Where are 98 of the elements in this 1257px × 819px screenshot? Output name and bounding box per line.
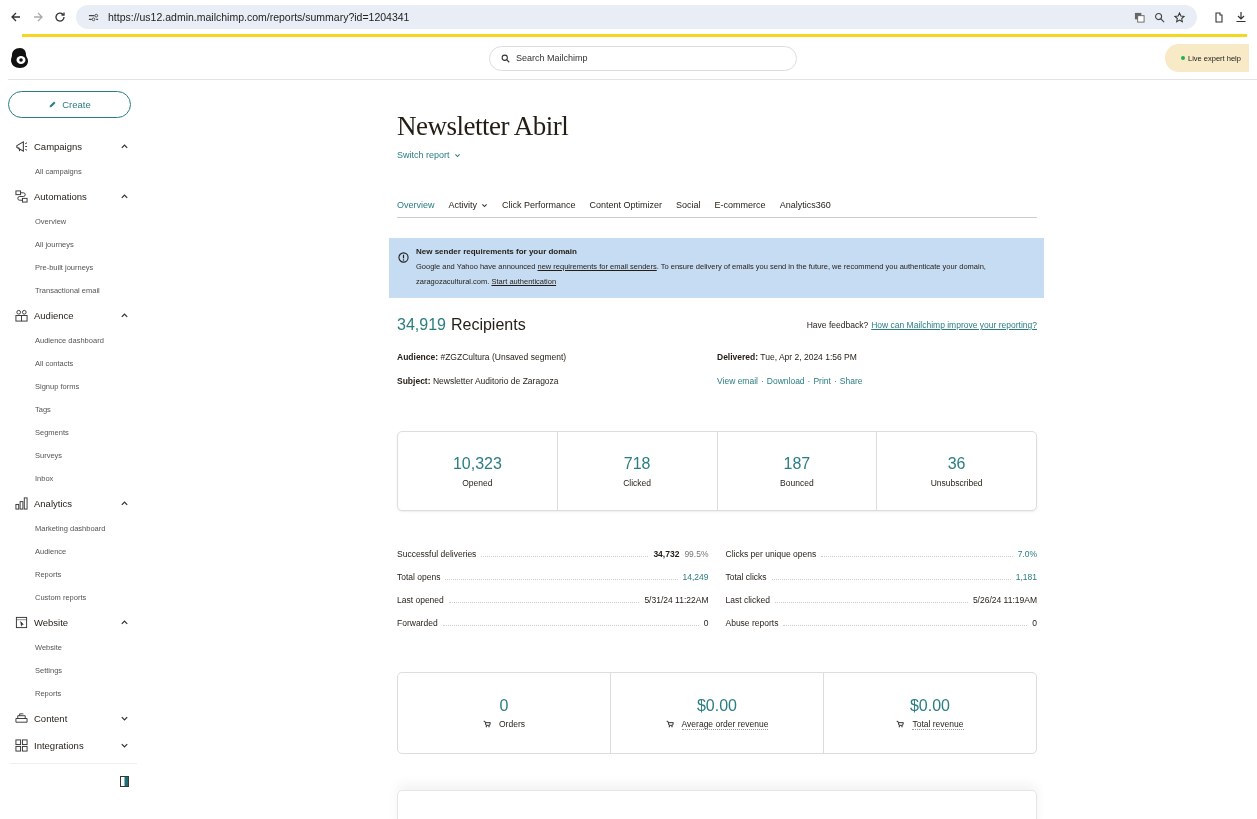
- audience-text: Audience: #ZGZCultura (Unsaved segment): [397, 352, 568, 362]
- metric-value: 5/31/24 11:22AM: [644, 595, 709, 605]
- metric-label: Last clicked: [725, 595, 770, 605]
- pencil-icon: [48, 100, 58, 109]
- separator-dot: ·: [807, 376, 811, 386]
- sidebar-section[interactable]: Integrations: [8, 732, 137, 759]
- chevron-up-icon: [120, 192, 129, 201]
- site-settings-icon[interactable]: [88, 11, 99, 23]
- bar-chart-icon: [15, 497, 28, 510]
- metric-value: 7.0%: [1017, 549, 1037, 559]
- browser-page-icon: [15, 616, 28, 629]
- search-icon: [501, 53, 510, 63]
- star-icon[interactable]: [1174, 11, 1185, 23]
- sidebar-section[interactable]: Campaigns: [8, 133, 137, 160]
- report-action-link[interactable]: Share: [839, 376, 863, 386]
- report-title: Newsletter Abirl: [397, 111, 570, 142]
- megaphone-icon: [15, 140, 28, 153]
- chevron-down-icon: [120, 714, 129, 723]
- separator-dot: ·: [833, 376, 837, 386]
- search-field[interactable]: Search Mailchimp: [489, 45, 797, 71]
- ecommerce-value: $0.00: [909, 696, 950, 715]
- address-bar[interactable]: https://us12.admin.mailchimp.com/reports/summary?id=1204341: [76, 5, 1197, 29]
- sidebar-section[interactable]: Audience: [8, 302, 137, 329]
- cart-icon: [483, 720, 491, 728]
- sidebar-section[interactable]: Content: [8, 705, 137, 732]
- caret-icon: [481, 201, 489, 209]
- stat-value: 718: [623, 454, 651, 473]
- feedback-link[interactable]: How can Mailchimp improve your reporting?: [871, 320, 1037, 330]
- stack-icon: [15, 712, 28, 725]
- metric-value: 0: [703, 618, 709, 628]
- report-tab[interactable]: Social: [676, 200, 701, 210]
- stat-value: 10,323: [452, 454, 502, 473]
- url-text: https://us12.admin.mailchimp.com/reports/summary?id=1204341: [108, 11, 410, 23]
- metric-label: Forwarded: [397, 618, 438, 628]
- metric-label: Clicks per unique opens: [725, 549, 817, 559]
- report-action-link[interactable]: Print: [813, 376, 831, 386]
- metric-label: Successful deliveries: [397, 549, 477, 559]
- sidebar-section[interactable]: Automations: [8, 183, 137, 210]
- metric-label: Last opened: [397, 595, 444, 605]
- metric-label: Total clicks: [725, 572, 767, 582]
- translate-icon[interactable]: [1134, 11, 1145, 23]
- caret-icon: [453, 151, 461, 159]
- separator-dot: ·: [760, 376, 764, 386]
- stat-value: 187: [783, 454, 811, 473]
- feedback-text: Have feedback?: [806, 320, 869, 330]
- metric-label: Abuse reports: [725, 618, 779, 628]
- chevron-up-icon: [120, 618, 129, 627]
- metric-value: 34,732: [653, 549, 680, 559]
- sidebar-section[interactable]: Website: [8, 609, 137, 636]
- chevron-up-icon: [120, 142, 129, 151]
- metric-value: 0: [1032, 618, 1037, 628]
- report-tab[interactable]: Content Optimizer: [589, 200, 663, 210]
- recipients-label: Recipients: [450, 316, 526, 334]
- ecommerce-value: 0: [499, 697, 509, 715]
- report-action-link[interactable]: View email: [717, 376, 758, 386]
- stat-label: Opened: [462, 477, 493, 488]
- back-icon[interactable]: [10, 11, 22, 23]
- report-tab[interactable]: Activity: [448, 200, 489, 210]
- report-action-link[interactable]: Download: [766, 376, 805, 386]
- stat-value: 36: [947, 454, 966, 473]
- cart-icon: [665, 720, 674, 728]
- delivered-text: Delivered: Tue, Apr 2, 2024 1:56 PM: [717, 352, 858, 362]
- logo-icon[interactable]: [10, 47, 30, 69]
- stat-label: Bounced: [780, 477, 814, 488]
- ecommerce-value: $0.00: [696, 696, 737, 715]
- reload-icon[interactable]: [54, 11, 66, 23]
- report-tab[interactable]: Analytics360: [779, 200, 831, 210]
- chevron-down-icon: [120, 741, 129, 750]
- ecommerce-label: Orders: [499, 719, 525, 729]
- cart-icon: [896, 720, 905, 728]
- metric-percent: 99.5%: [684, 549, 709, 559]
- report-tab[interactable]: E-commerce: [714, 200, 766, 210]
- stat-label: Clicked: [623, 477, 652, 488]
- ecommerce-label: Total revenue: [912, 718, 964, 730]
- recipients-count: 34,919: [397, 316, 446, 334]
- ecommerce-label: Average order revenue: [681, 718, 769, 730]
- people-icon: [15, 309, 28, 322]
- alert-icon: [398, 252, 409, 263]
- switch-report-link[interactable]: Switch report: [397, 150, 461, 160]
- chevron-up-icon: [120, 499, 129, 508]
- report-tab[interactable]: Overview: [397, 200, 435, 210]
- notice-title: New sender requirements for your domain: [416, 247, 578, 256]
- metric-label: Total opens: [397, 572, 441, 582]
- extensions-icon[interactable]: [1213, 11, 1225, 23]
- flow-icon: [15, 190, 28, 203]
- create-button[interactable]: Create: [8, 91, 131, 118]
- metric-value: 1,181: [1015, 572, 1037, 582]
- chevron-up-icon: [120, 311, 129, 320]
- zoom-icon[interactable]: [1154, 11, 1165, 23]
- stat-label: Unsubscribed: [930, 477, 983, 488]
- metric-value: 14,249: [682, 572, 709, 582]
- download-icon[interactable]: [1235, 11, 1247, 23]
- subject-text: Subject: Newsletter Auditorio de Zaragoza: [397, 376, 560, 386]
- grid-icon: [15, 739, 28, 752]
- report-tab[interactable]: Click Performance: [502, 200, 576, 210]
- metric-value: 5/26/24 11:19AM: [972, 595, 1037, 605]
- sidebar-section[interactable]: Analytics: [8, 490, 137, 517]
- sidebar-toggle-icon[interactable]: [120, 776, 129, 787]
